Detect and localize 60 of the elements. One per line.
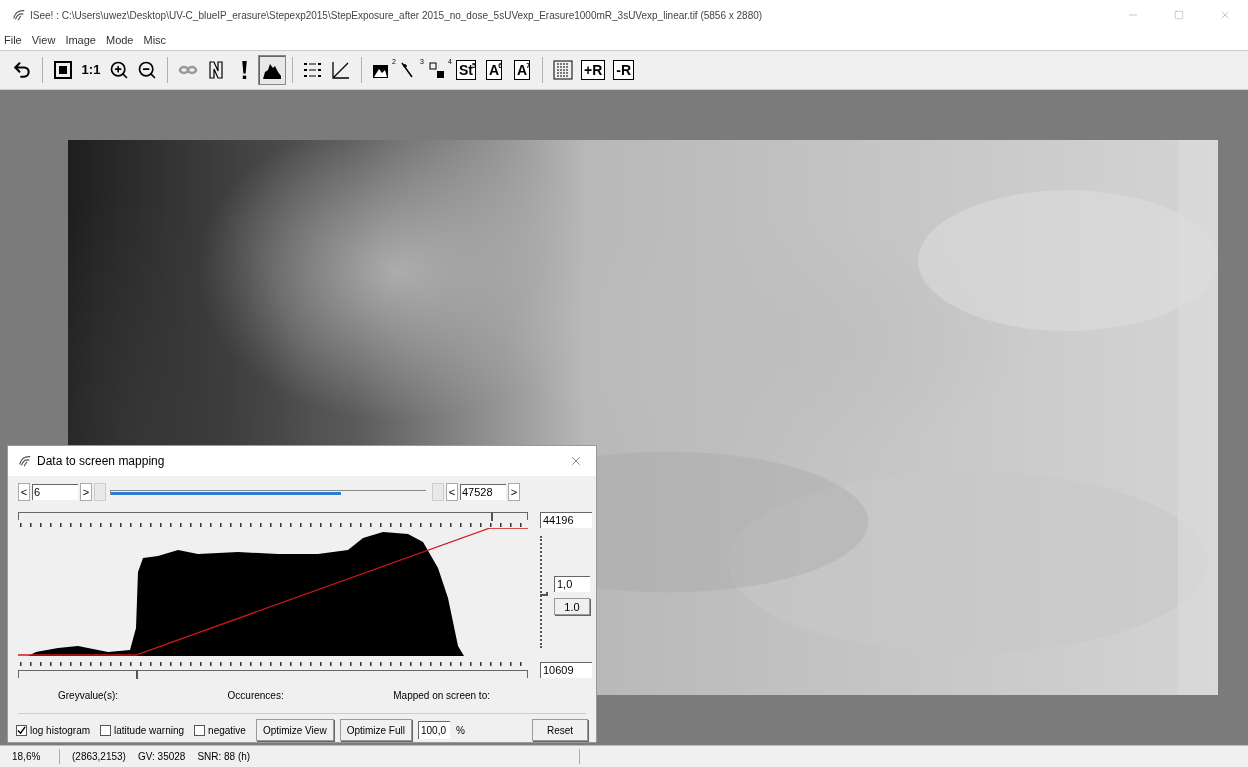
menu-item[interactable]: Misc [143, 31, 167, 49]
line-chart-icon [331, 60, 351, 80]
dialog-title: Data to screen mapping [37, 453, 165, 470]
decrement-button[interactable]: < [18, 483, 30, 501]
increment-button[interactable]: > [508, 483, 520, 501]
zoom-in-icon [109, 60, 129, 80]
checkbox-label[interactable]: latitude warning [114, 722, 185, 738]
zoom-out-icon [137, 60, 157, 80]
checkbox[interactable] [16, 724, 27, 736]
percent-field[interactable]: 100,0 [418, 721, 450, 739]
app-icon [18, 454, 32, 468]
field-label: Mapped on screen to: [393, 689, 490, 703]
undo-icon [12, 60, 32, 80]
menu-item[interactable]: File [4, 31, 22, 49]
fit-icon [53, 60, 73, 80]
status-text: SNR: 88 (h) [197, 750, 251, 764]
checkbox[interactable] [100, 724, 112, 736]
close-icon [1219, 9, 1231, 21]
toolbar-button[interactable]: -R [609, 55, 639, 85]
window-title: ISee! : C:\Users\uwez\Desktop\UV-C_blueIP_erasure\Stepexp2015\StepExposure_after 2015_no_dose_5sUVexp_Erasure1000mR_3sUVexp_linear.tif (5856 x 2880) [30, 8, 763, 23]
menu-item[interactable]: View [31, 31, 56, 49]
optimize-button[interactable]: Optimize Full [339, 719, 412, 741]
gamma-button[interactable]: 1.0 [554, 598, 590, 615]
n-outline-icon [206, 60, 226, 80]
field-label: Occurences: [227, 689, 284, 703]
checkbox[interactable] [194, 724, 206, 736]
zoom-status: 18,6% [0, 749, 60, 764]
range-track[interactable] [110, 489, 426, 495]
app-icon [12, 8, 26, 22]
status-text: GV: 35028 [137, 750, 186, 764]
upper-value-field[interactable]: 44196 [540, 512, 592, 528]
reset-button[interactable]: Reset [532, 719, 588, 741]
mapping-list-icon [303, 60, 323, 80]
lower-slider[interactable] [18, 670, 528, 678]
close-icon [569, 454, 583, 468]
slider-thumb[interactable] [491, 512, 496, 521]
menu-item[interactable]: Mode [105, 31, 134, 49]
slider-thumb[interactable] [540, 592, 548, 596]
toolbar-button[interactable]: 1:1 [77, 55, 105, 85]
increment-button[interactable]: > [80, 483, 92, 501]
min-field[interactable]: 6 [32, 484, 78, 500]
slider-thumb[interactable] [135, 670, 140, 679]
toolbar-button[interactable] [258, 55, 286, 85]
menu-item[interactable]: Image [65, 31, 96, 49]
table-icon [553, 60, 573, 80]
decrement-button[interactable]: < [446, 483, 458, 501]
maximize-icon [1174, 10, 1184, 20]
gamma-field[interactable]: 1,0 [554, 576, 590, 592]
gamma-slider[interactable] [540, 536, 548, 648]
checkbox-label[interactable]: negative [208, 722, 246, 738]
max-field[interactable]: 47528 [460, 484, 506, 500]
checkmark-icon [17, 725, 26, 735]
field-label: Greyvalue(s): [58, 689, 118, 703]
exclamation-icon [241, 61, 247, 79]
optimize-button[interactable]: Optimize View [255, 719, 334, 741]
lower-value-field[interactable]: 10609 [540, 662, 592, 678]
checkbox-label[interactable]: log histogram [30, 722, 91, 738]
percent-unit: % [456, 723, 465, 738]
status-text: (2863,2153) [72, 750, 126, 764]
upper-slider[interactable] [18, 512, 528, 520]
